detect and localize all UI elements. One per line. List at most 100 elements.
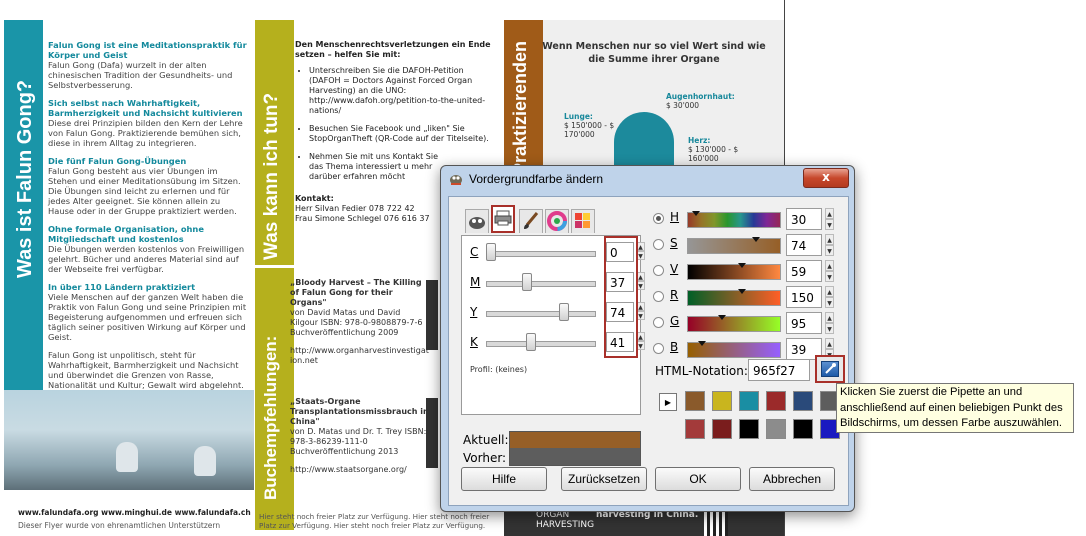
dialog-client-area: C 0 ▲ ▼ M 37 ▲ ▼ Y 74 ▲ ▼ K 41 ▲ ▼ Profi…	[448, 196, 849, 506]
help-button[interactable]: Hilfe	[461, 467, 547, 491]
magenta-slider-track[interactable]	[486, 281, 596, 287]
channel-label: V	[670, 262, 679, 276]
add-to-history-button[interactable]: ▶	[659, 393, 677, 411]
history-swatch[interactable]	[712, 391, 732, 411]
green-value-input[interactable]: 95	[786, 312, 822, 334]
scale-marker	[752, 237, 761, 242]
value-scale[interactable]	[687, 263, 781, 280]
hue-radio[interactable]	[653, 213, 664, 224]
organ-value: $ 130'000 - $ 160'000	[688, 145, 739, 163]
cmyk-selector-page: C 0 ▲ ▼ M 37 ▲ ▼ Y 74 ▲ ▼ K 41 ▲ ▼ Profi…	[461, 235, 645, 415]
section-text: Falun Gong besteht aus vier Übungen im S…	[48, 166, 241, 216]
channel-label: M	[470, 275, 481, 289]
color-profile-label: Profil: (keines)	[470, 365, 528, 374]
html-notation-input[interactable]: 965f27	[748, 359, 810, 381]
organ-price: Lunge: $ 150'000 - $ 170'000	[564, 112, 624, 139]
blue-scale[interactable]	[687, 341, 781, 358]
value-spin-arrows[interactable]: ▲ ▼	[825, 260, 835, 282]
section-text: Die Übungen werden kostenlos von Freiwil…	[48, 244, 245, 274]
tab-palette-selector[interactable]	[571, 209, 595, 233]
channel-row-s: S 74 ▲ ▼	[653, 233, 848, 259]
ok-button[interactable]: OK	[655, 467, 741, 491]
history-swatch[interactable]	[685, 391, 705, 411]
green-spin-arrows[interactable]: ▲ ▼	[825, 312, 835, 334]
scale-marker	[738, 289, 747, 294]
value-value-input[interactable]: 59	[786, 260, 822, 282]
red-scale[interactable]	[687, 289, 781, 306]
tab-cmyk-selector[interactable]	[491, 205, 515, 233]
saturation-value-input[interactable]: 74	[786, 234, 822, 256]
channel-row-v: V 59 ▲ ▼	[653, 259, 848, 285]
yellow-slider-track[interactable]	[486, 311, 596, 317]
green-scale[interactable]	[687, 315, 781, 332]
red-radio[interactable]	[653, 291, 664, 302]
history-swatch[interactable]	[766, 419, 786, 439]
history-swatch[interactable]	[712, 419, 732, 439]
green-radio[interactable]	[653, 317, 664, 328]
color-picker-tooltip: Klicken Sie zuerst die Pipette an und an…	[836, 383, 1074, 433]
panel-text-content: Falun Gong ist eine Meditationspraktik f…	[48, 40, 248, 390]
reset-button[interactable]: Zurücksetzen	[561, 467, 647, 491]
palette-icon	[575, 213, 590, 228]
hue-spin-arrows[interactable]: ▲ ▼	[825, 208, 835, 230]
saturation-scale[interactable]	[687, 237, 781, 254]
previous-color-swatch[interactable]	[509, 448, 641, 466]
blue-radio[interactable]	[653, 343, 664, 354]
red-spin-arrows[interactable]: ▲ ▼	[825, 286, 835, 308]
key-slider-thumb[interactable]	[526, 333, 537, 351]
channel-row-g: G 95 ▲ ▼	[653, 311, 848, 337]
book-url: http://www.staatsorgane.org/	[290, 465, 407, 474]
scale-marker	[738, 263, 747, 268]
previous-color-label: Vorher:	[463, 451, 507, 465]
history-swatch[interactable]	[739, 419, 759, 439]
intro-text: Den Menschenrechtsverletzungen ein Ende …	[295, 40, 491, 59]
organ-price: Augenhornhaut: $ 30'000	[666, 92, 735, 110]
current-color-swatch	[509, 431, 641, 449]
cyan-slider-track[interactable]	[486, 251, 596, 257]
tab-color-wheel-selector[interactable]	[545, 209, 569, 233]
history-swatch[interactable]	[766, 391, 786, 411]
history-swatch[interactable]	[739, 391, 759, 411]
tab-watercolor-selector[interactable]	[519, 209, 543, 233]
yellow-slider-thumb[interactable]	[558, 303, 569, 321]
channel-label: B	[670, 340, 679, 354]
hue-scale[interactable]	[687, 211, 781, 228]
book-details: von David Matas und David Kilgour ISBN: …	[290, 308, 423, 337]
channel-label: H	[670, 210, 680, 224]
cancel-button[interactable]: Abbrechen	[749, 467, 835, 491]
value-radio[interactable]	[653, 265, 664, 276]
history-swatch[interactable]	[793, 419, 813, 439]
panel-footer: ORGAN HARVESTING harvesting in China.	[504, 508, 784, 536]
book-title: „Staats-Organe Transplantationsmissbrauc…	[290, 397, 429, 426]
organ-name: Herz:	[688, 136, 711, 145]
panel-footer: www.falundafa.org www.minghui.de www.fal…	[4, 506, 254, 532]
dialog-titlebar[interactable]: Vordergrundfarbe ändern x	[441, 166, 854, 192]
close-button[interactable]: x	[803, 168, 849, 188]
color-picker-button[interactable]	[815, 355, 845, 383]
panel-footer: Hier steht noch freier Platz zur Verfügu…	[259, 512, 490, 530]
history-swatch[interactable]	[793, 391, 813, 411]
cyan-slider-thumb[interactable]	[486, 243, 496, 261]
dialog-title: Vordergrundfarbe ändern	[469, 172, 604, 186]
panel-vertical-title: Buchempfehlungen:	[261, 335, 280, 500]
key-slider-track[interactable]	[486, 341, 596, 347]
history-swatch[interactable]	[685, 419, 705, 439]
channel-label: K	[470, 335, 478, 349]
channel-label: Y	[470, 305, 478, 319]
magenta-slider-thumb[interactable]	[522, 273, 533, 291]
section-text: Falun Gong (Dafa) wurzelt in der alten c…	[48, 60, 233, 90]
book-cover	[426, 280, 438, 350]
saturation-spin-arrows[interactable]: ▲ ▼	[825, 234, 835, 256]
gimp-app-icon	[448, 171, 464, 187]
html-notation-label: HTML-Notation:	[655, 364, 748, 378]
organ-value: $ 150'000 - $ 170'000	[564, 121, 615, 139]
organ-name: Lunge:	[564, 112, 593, 121]
red-value-input[interactable]: 150	[786, 286, 822, 308]
channel-row-h: H 30 ▲ ▼	[653, 207, 848, 233]
hue-value-input[interactable]: 30	[786, 208, 822, 230]
section-heading: Sich selbst nach Wahrhaftigkeit, Barmher…	[48, 98, 243, 118]
saturation-radio[interactable]	[653, 239, 664, 250]
tab-gimp-selector[interactable]	[465, 209, 489, 233]
panel-vertical-title: Praktizierenden	[510, 40, 530, 175]
book-cover	[426, 398, 438, 468]
